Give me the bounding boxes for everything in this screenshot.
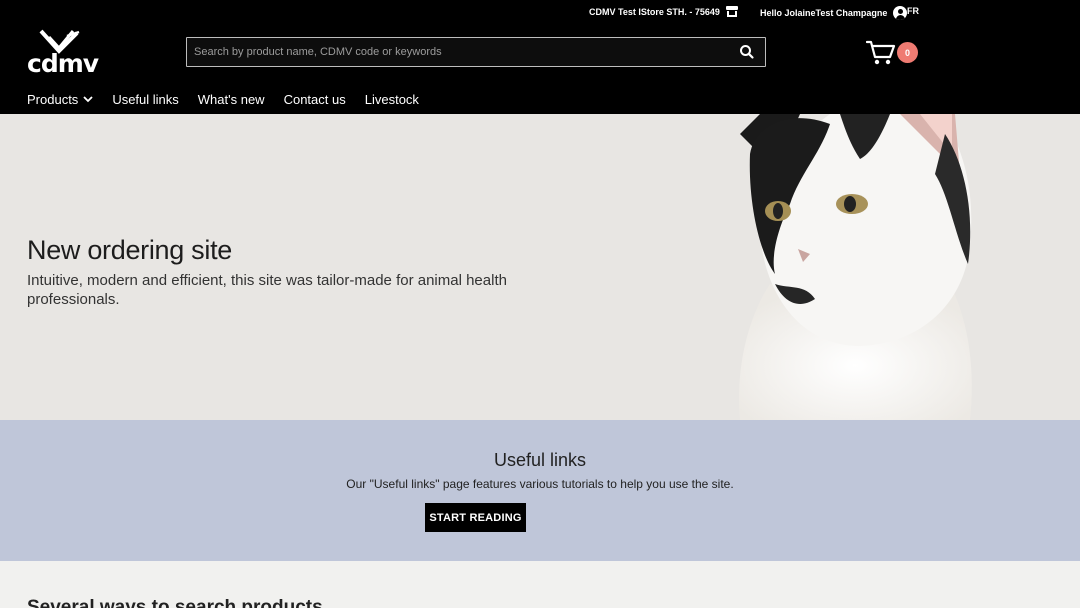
top-bar: CDMV Test IStore STH. - 75649 Hello Jola… [0, 4, 1080, 20]
store-icon [725, 6, 738, 17]
search-bar [186, 37, 766, 67]
search-ways-heading: Several ways to search products [27, 597, 323, 608]
cdmv-logo[interactable]: cdmv [27, 29, 99, 78]
user-greeting: Hello JolaineTest Champagne [760, 8, 888, 18]
start-reading-button[interactable]: START READING [425, 503, 526, 532]
nav-products-label: Products [27, 92, 79, 107]
cart-button[interactable] [865, 40, 896, 66]
hero-title: New ordering site [27, 235, 232, 265]
store-name: CDMV Test IStore STH. - 75649 [589, 6, 720, 17]
nav-whats-new[interactable]: What's new [198, 92, 265, 107]
search-button[interactable] [737, 42, 757, 62]
user-account[interactable]: Hello JolaineTest Champagne [760, 6, 908, 20]
store-selector[interactable]: CDMV Test IStore STH. - 75649 [589, 6, 738, 17]
language-toggle[interactable]: FR [907, 6, 919, 16]
hero-banner: New ordering site Intuitive, modern and … [0, 114, 1080, 420]
main-nav: Products Useful links What's new Contact… [27, 92, 438, 107]
cat-image [739, 114, 972, 420]
useful-links-text: Our "Useful links" page features various… [346, 477, 734, 491]
useful-links-title: Useful links [493, 450, 587, 470]
cart-count-badge: 0 [897, 42, 918, 63]
nav-useful-links[interactable]: Useful links [112, 92, 178, 107]
search-icon [740, 45, 754, 59]
hero-subtitle: Intuitive, modern and efficient, this si… [27, 272, 507, 308]
nav-products[interactable]: Products [27, 92, 93, 107]
account-icon [893, 6, 908, 20]
cart-icon [865, 40, 896, 65]
nav-livestock[interactable]: Livestock [365, 92, 419, 107]
chevron-down-icon [83, 96, 93, 103]
logo-text: cdmv [27, 49, 99, 78]
search-input[interactable] [187, 38, 727, 66]
useful-links-section: Useful links Our "Useful links" page fea… [0, 420, 1080, 561]
nav-contact-us[interactable]: Contact us [284, 92, 346, 107]
site-header: CDMV Test IStore STH. - 75649 Hello Jola… [0, 0, 1080, 114]
